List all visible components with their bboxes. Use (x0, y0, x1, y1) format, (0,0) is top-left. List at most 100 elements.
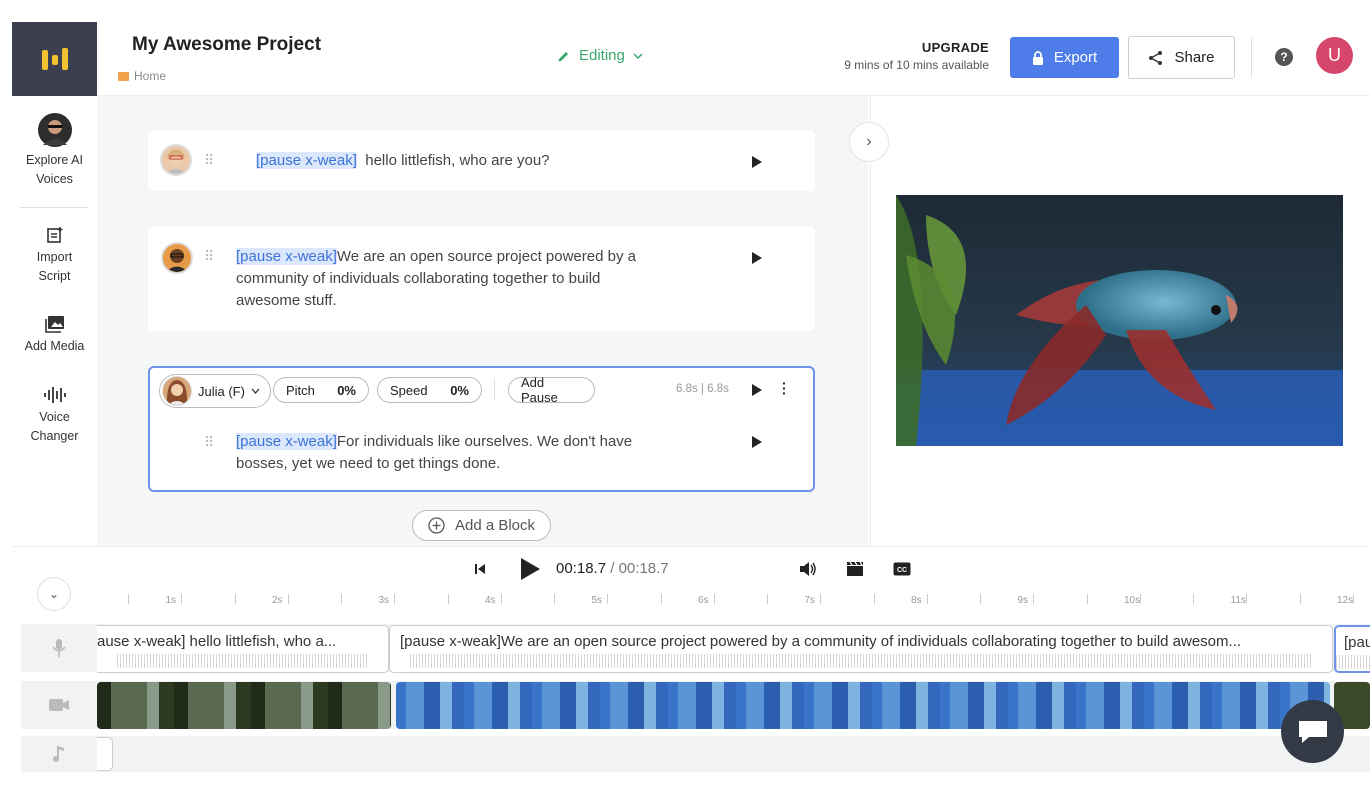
volume-icon[interactable] (799, 561, 817, 577)
app-logo[interactable] (12, 22, 97, 96)
voice-avatar[interactable] (160, 144, 192, 176)
drag-handle-icon[interactable]: ⠿ (204, 434, 214, 451)
speed-control[interactable]: Speed 0% (377, 377, 482, 403)
pitch-label: Pitch (286, 382, 315, 398)
video-clip[interactable] (97, 682, 391, 729)
sidebar-label: Import (36, 250, 73, 264)
time-display: 00:18.7 / 00:18.7 (556, 560, 669, 577)
fish-image (896, 195, 1343, 446)
ruler-label: 9s (1017, 595, 1029, 606)
logo-icon (41, 48, 68, 70)
chevron-down-icon[interactable]: ⌄ (37, 577, 71, 611)
ruler-label: 1s (165, 595, 177, 606)
breadcrumb[interactable]: Home (118, 69, 166, 83)
voice-clip[interactable]: [pause x-weak]We are an open source proj… (389, 625, 1333, 673)
drag-handle-icon[interactable]: ⠿ (204, 248, 214, 265)
sidebar-label: Voices (36, 172, 73, 186)
block-text[interactable]: [pause x-weak]For individuals like ourse… (236, 431, 632, 475)
ruler-tick (713, 594, 715, 604)
sidebar-label: Add Media (24, 339, 85, 353)
pitch-control[interactable]: Pitch 0% (273, 377, 369, 403)
voice-clip[interactable]: ause x-weak] hello littlefish, who a... (97, 625, 389, 673)
drag-handle-icon[interactable]: ⠿ (204, 152, 214, 169)
script-block[interactable]: ⠿ [pause x-weak]We are an open source pr… (148, 226, 815, 331)
timeline-ruler[interactable]: 1s 2s 3s 4s 5s 6s 7s 8s 9s 10s 11s 12s (97, 592, 1370, 614)
pitch-value: 0% (337, 382, 356, 398)
chat-button[interactable] (1281, 700, 1344, 763)
lock-icon (1032, 50, 1043, 65)
mode-dropdown[interactable]: Editing (557, 47, 643, 64)
play-block-icon[interactable] (752, 436, 762, 448)
ruler-tick (1299, 594, 1301, 604)
ruler-label: 12s (1337, 595, 1354, 606)
ruler-tick (287, 594, 289, 604)
export-label: Export (1053, 49, 1098, 66)
breadcrumb-home[interactable]: Home (134, 69, 166, 83)
music-clip[interactable] (97, 737, 113, 771)
speed-label: Speed (390, 382, 428, 398)
chevron-right-icon[interactable]: › (849, 122, 889, 162)
block-text-line: We are an open source project powered by… (336, 248, 636, 265)
block-text[interactable]: [pause x-weak] hello littlefish, who are… (256, 150, 550, 172)
voice-clip-active[interactable]: [pau (1334, 625, 1370, 673)
ruler-label: 8s (911, 595, 922, 606)
header-divider (1251, 38, 1252, 78)
captions-icon[interactable]: CC (893, 562, 911, 576)
play-icon[interactable] (518, 556, 542, 582)
play-block-icon[interactable] (752, 156, 762, 168)
add-block-button[interactable]: Add a Block (412, 510, 551, 541)
speed-value: 0% (450, 382, 469, 398)
block-duration: 6.8s | 6.8s (676, 383, 729, 395)
sidebar-item-explore-voices[interactable]: Explore AI Voices (12, 113, 97, 189)
ruler-tick (980, 594, 981, 604)
block-text[interactable]: [pause x-weak]We are an open source proj… (236, 246, 636, 312)
ruler-tick (926, 594, 928, 604)
export-button[interactable]: Export (1010, 37, 1119, 78)
play-block-icon[interactable] (752, 384, 762, 396)
sidebar-label: Voice (39, 410, 70, 424)
ruler-tick (447, 594, 449, 604)
add-block-label: Add a Block (454, 517, 536, 534)
more-options-icon[interactable]: · · · (782, 376, 788, 400)
add-pause-button[interactable]: Add Pause (508, 375, 595, 405)
voice-avatar[interactable] (161, 242, 193, 274)
script-block-active[interactable]: Julia (F) Pitch 0% Speed 0% Add Pause 6.… (148, 366, 815, 492)
voice-selector[interactable]: Julia (F) (159, 374, 271, 408)
pause-tag[interactable]: [pause x-weak] (256, 152, 357, 169)
play-block-icon[interactable] (752, 252, 762, 264)
script-block[interactable]: ⠿ [pause x-weak] hello littlefish, who a… (148, 130, 815, 191)
sidebar-item-add-media[interactable]: Add Media (12, 315, 97, 356)
skip-back-icon[interactable] (474, 563, 486, 575)
share-button[interactable]: Share (1128, 36, 1235, 79)
ruler-label: 10s (1124, 595, 1141, 606)
user-avatar[interactable]: U (1316, 37, 1353, 74)
voice-name: Julia (F) (198, 383, 245, 399)
pause-tag[interactable]: [pause x-weak] (236, 248, 337, 265)
upgrade-link[interactable]: UPGRADE (844, 40, 989, 55)
upgrade-block[interactable]: UPGRADE 9 mins of 10 mins available (844, 40, 989, 72)
ruler-label: 3s (378, 595, 390, 606)
sidebar-label: Changer (30, 429, 79, 443)
import-script-icon (46, 227, 62, 243)
clapper-icon[interactable] (846, 561, 864, 577)
video-track-header (21, 681, 97, 729)
usage-text: 9 mins of 10 mins available (844, 58, 989, 72)
sidebar-divider (20, 207, 88, 208)
ruler-tick (1193, 594, 1194, 604)
ruler-label: 11s (1230, 595, 1246, 606)
mode-label: Editing (579, 47, 625, 64)
voice-avatar-icon (37, 113, 72, 147)
ruler-tick (341, 594, 342, 604)
pencil-icon (558, 51, 568, 61)
current-time: 00:18.7 (556, 560, 607, 577)
project-title[interactable]: My Awesome Project (132, 34, 321, 56)
chevron-down-icon (251, 388, 260, 394)
sidebar-item-voice-changer[interactable]: Voice Changer (12, 386, 97, 446)
ruler-tick (1086, 594, 1088, 604)
video-clip[interactable] (396, 682, 1330, 729)
pause-tag[interactable]: [pause x-weak] (236, 433, 337, 450)
video-preview[interactable] (896, 195, 1343, 446)
sidebar-item-import-script[interactable]: Import Script (12, 226, 97, 286)
help-icon[interactable]: ? (1275, 48, 1293, 66)
plus-circle-icon (428, 517, 445, 534)
